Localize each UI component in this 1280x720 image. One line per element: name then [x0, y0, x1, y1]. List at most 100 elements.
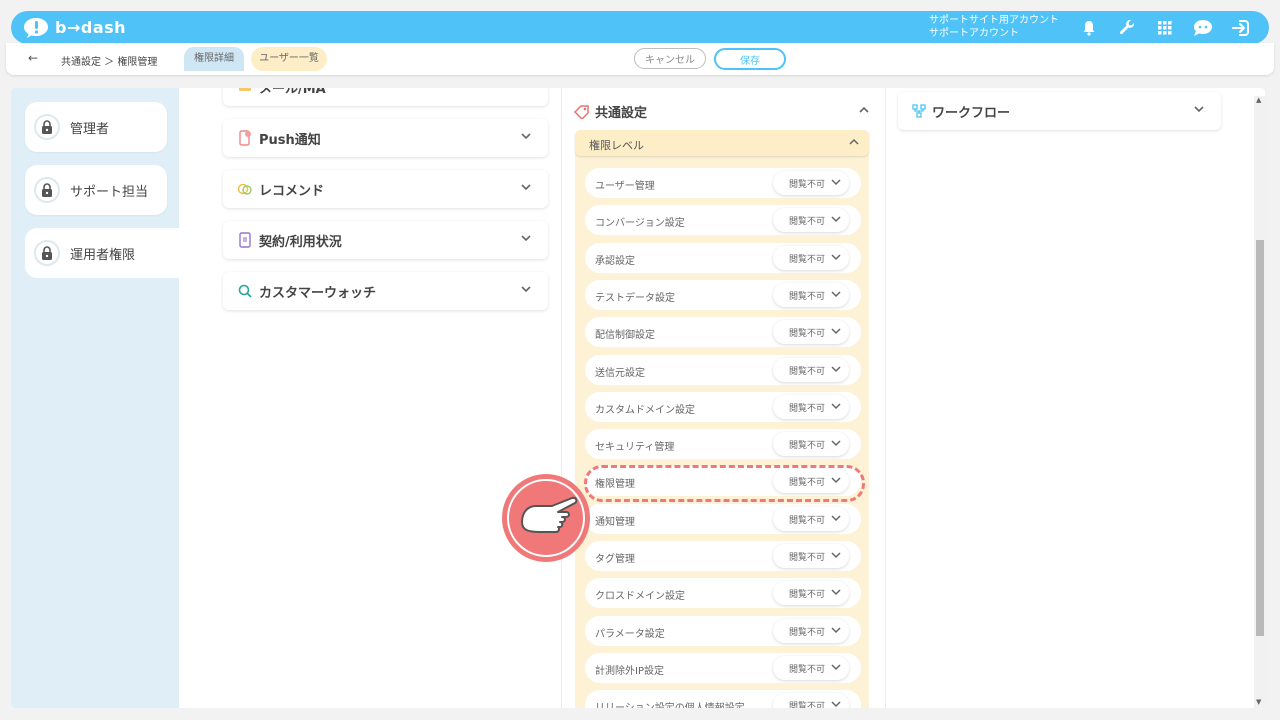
bell-icon[interactable] — [1077, 16, 1101, 40]
permission-row-label: ユーザー管理 — [595, 181, 655, 192]
permission-level-select[interactable]: 閲覧不可 — [773, 432, 849, 457]
permission-level-value: 閲覧不可 — [789, 590, 826, 601]
accordion-label: Push通知 — [259, 132, 321, 148]
permission-row-label: カスタムドメイン設定 — [595, 404, 695, 416]
permission-level-value: 閲覧不可 — [789, 664, 826, 675]
chevron-down-icon — [521, 133, 531, 140]
permission-level-header[interactable]: 権限レベル — [575, 130, 869, 156]
chevron-down-icon — [831, 515, 841, 521]
sub-bar: ← 共通設定 ＞ 権限管理 権限詳細 ユーザー一覧 キャンセル 保存 — [6, 43, 1274, 75]
permission-level-select[interactable]: 閲覧不可 — [773, 581, 849, 606]
highlight-dashed-box — [584, 465, 865, 502]
permission-row-label: セキュリティ管理 — [595, 442, 675, 454]
grid-icon[interactable] — [1153, 16, 1177, 40]
save-button[interactable]: 保存 — [714, 48, 786, 70]
permission-row: セキュリティ管理 閲覧不可 — [585, 429, 861, 460]
permission-row: リリーション設定の個人情報設定 閲覧不可 — [585, 690, 861, 708]
cancel-button[interactable]: キャンセル — [634, 48, 706, 69]
chevron-down-icon — [521, 235, 531, 242]
scrollbar[interactable]: ▲ ▼ — [1254, 96, 1266, 708]
accordion-label: 契約/利用状況 — [259, 234, 342, 250]
sidebar-item-support[interactable]: サポート担当 — [25, 165, 167, 215]
account-site-name: サポートサイト用アカウント — [929, 15, 1059, 26]
bdash-logo-icon — [24, 17, 48, 38]
accordion-contract[interactable]: 契約/利用状況 — [223, 221, 548, 259]
chevron-down-icon — [831, 216, 841, 223]
permission-row-label: タグ管理 — [595, 554, 635, 565]
accordion-label: カスタマーウォッチ — [259, 285, 377, 301]
back-arrow-icon[interactable]: ← — [28, 51, 38, 65]
accordion-recommend[interactable]: レコメンド — [223, 170, 548, 208]
logout-icon[interactable] — [1229, 16, 1253, 40]
common-settings-title: 共通設定 — [595, 106, 648, 121]
permission-level-value: 閲覧不可 — [789, 329, 826, 340]
chevron-down-icon — [831, 328, 841, 335]
sidebar-item-operator[interactable]: 運用者権限 — [25, 228, 179, 278]
permission-level-value: 閲覧不可 — [789, 403, 826, 414]
permission-level-select[interactable]: 閲覧不可 — [773, 320, 849, 345]
accordion-push[interactable]: Push通知 — [223, 119, 548, 157]
accordion-mail-ma[interactable]: メール/MA — [223, 88, 548, 106]
column-divider — [561, 88, 562, 708]
support-chat-icon[interactable] — [1191, 16, 1215, 40]
wrench-icon[interactable] — [1115, 16, 1139, 40]
permission-level-select[interactable]: 閲覧不可 — [773, 282, 849, 307]
permission-level-value: 閲覧不可 — [789, 180, 826, 190]
permission-level-select[interactable]: 閲覧不可 — [773, 245, 849, 270]
chevron-down-icon — [525, 88, 527, 89]
chevron-down-icon — [831, 552, 841, 559]
chevron-down-icon — [831, 701, 841, 708]
permission-level-select[interactable]: 閲覧不可 — [773, 208, 849, 233]
permission-row-label: 配信制御設定 — [595, 330, 655, 342]
permission-row: クロスドメイン設定 閲覧不可 — [585, 578, 861, 609]
permission-level-select[interactable]: 閲覧不可 — [773, 357, 849, 382]
scroll-up-icon[interactable]: ▲ — [1256, 96, 1261, 104]
chevron-down-icon — [521, 286, 531, 293]
common-settings-header[interactable]: 共通設定 — [573, 102, 647, 121]
permission-row-label: 通知管理 — [595, 516, 635, 528]
permission-level-select[interactable]: 閲覧不可 — [773, 506, 849, 531]
permission-row: コンバージョン設定 閲覧不可 — [585, 205, 861, 236]
permission-row: カスタムドメイン設定 閲覧不可 — [585, 391, 861, 422]
permission-level-select[interactable]: 閲覧不可 — [773, 693, 849, 708]
logo[interactable]: b→dash — [23, 17, 126, 39]
sidebar-item-admin[interactable]: 管理者 — [25, 102, 167, 152]
top-bar: b→dash サポートサイト用アカウント サポートアカウント — [11, 11, 1269, 44]
permission-level-value: 閲覧不可 — [789, 291, 826, 302]
scrollbar-thumb[interactable] — [1256, 240, 1264, 636]
column-divider — [885, 88, 886, 708]
tab-permission-detail[interactable]: 権限詳細 — [184, 47, 244, 71]
account-info[interactable]: サポートサイト用アカウント サポートアカウント — [929, 14, 1059, 40]
permission-row-label: パラメータ設定 — [595, 628, 665, 640]
permission-row-label: クロスドメイン設定 — [595, 591, 685, 603]
permission-level-select[interactable]: 閲覧不可 — [773, 655, 849, 680]
lock-icon — [34, 177, 60, 203]
permission-level-select[interactable]: 閲覧不可 — [773, 171, 849, 195]
chevron-down-icon — [831, 440, 841, 447]
sidebar-item-label: サポート担当 — [70, 184, 149, 200]
permission-level-value: 閲覧不可 — [789, 627, 826, 638]
permission-level-select[interactable]: 閲覧不可 — [773, 544, 849, 568]
scroll-down-icon[interactable]: ▼ — [1256, 698, 1261, 706]
tag-icon — [573, 104, 589, 119]
permission-level-value: 閲覧不可 — [789, 217, 826, 228]
permission-level-select[interactable]: 閲覧不可 — [773, 394, 849, 419]
accordion-workflow[interactable]: ワークフロー — [898, 92, 1221, 130]
main-panel: 管理者 サポート担当 運用者権限 メール/MA Push通知 レコメンド 契約/… — [11, 88, 1265, 708]
workflow-title: ワークフロー — [932, 105, 1011, 121]
permission-row-label: テストデータ設定 — [595, 292, 675, 304]
permission-level-select[interactable]: 閲覧不可 — [773, 618, 849, 643]
permission-row: パラメータ設定 閲覧不可 — [585, 615, 861, 646]
chevron-up-icon[interactable] — [858, 106, 870, 114]
accordion-customer-watch[interactable]: カスタマーウォッチ — [223, 272, 548, 310]
permission-level-value: 閲覧不可 — [789, 441, 826, 452]
sidebar-item-label: 運用者権限 — [70, 247, 136, 263]
tab-user-list[interactable]: ユーザー一覧 — [251, 47, 327, 71]
workflow-icon — [912, 104, 926, 118]
lock-icon — [34, 240, 60, 266]
contract-icon — [237, 232, 253, 248]
chevron-down-icon — [831, 627, 841, 633]
permission-row-label: コンバージョン設定 — [595, 218, 685, 230]
recommend-icon — [237, 181, 253, 197]
chevron-down-icon — [831, 365, 841, 372]
